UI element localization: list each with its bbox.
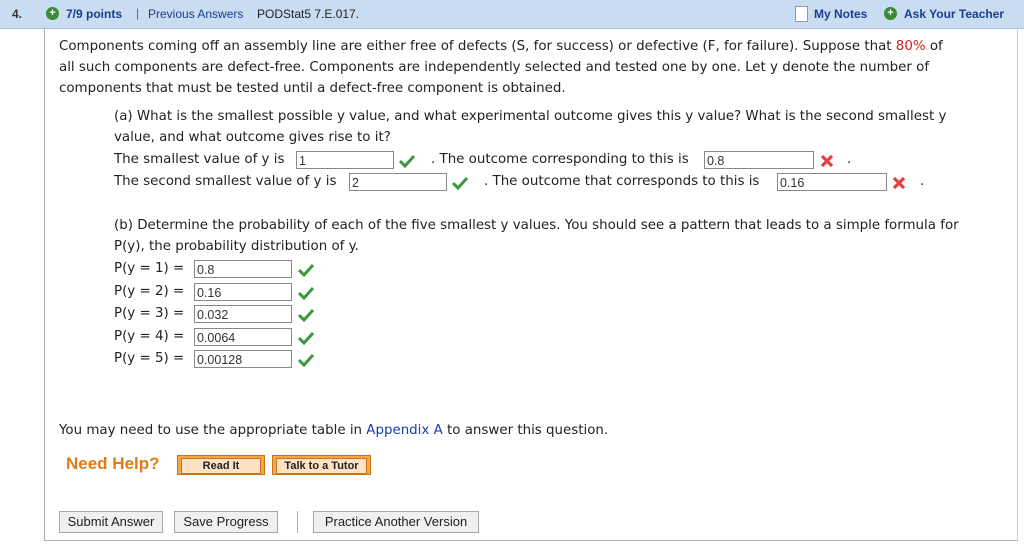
p-y3-input[interactable]: 0.032 <box>194 305 292 323</box>
x-mark-icon <box>820 154 834 168</box>
problem-line-3: components that must be tested until a d… <box>59 81 566 96</box>
question-code: PODStat5 7.E.017. <box>257 7 360 21</box>
check-icon <box>452 176 468 190</box>
check-icon <box>298 308 314 322</box>
points-link[interactable]: 7/9 points <box>66 7 122 21</box>
appendix-a-link[interactable]: Appendix A <box>366 423 442 438</box>
header-separator: | <box>136 6 140 20</box>
my-notes-link[interactable]: My Notes <box>814 7 867 21</box>
ask-teacher-link[interactable]: Ask Your Teacher <box>904 7 1004 21</box>
p-y2-input[interactable]: 0.16 <box>194 283 292 301</box>
period: . <box>847 152 852 167</box>
submit-answer-button[interactable]: Submit Answer <box>59 511 163 533</box>
x-mark-icon <box>892 176 906 190</box>
percent-highlight: 80% <box>895 39 926 54</box>
question-number: 4. <box>12 7 23 21</box>
save-progress-button[interactable]: Save Progress <box>174 511 278 533</box>
plus-circle-icon[interactable]: + <box>884 7 897 20</box>
practice-another-button[interactable]: Practice Another Version <box>313 511 479 533</box>
outcome-2-label: . The outcome that corresponds to this i… <box>484 174 760 189</box>
question-header: 4. + 7/9 points | Previous Answers PODSt… <box>0 0 1024 29</box>
button-separator <box>297 511 298 533</box>
check-icon <box>298 353 314 367</box>
problem-line-1: Components coming off an assembly line a… <box>59 39 943 54</box>
note-icon[interactable] <box>795 6 808 22</box>
second-y-label: The second smallest value of y is <box>114 174 337 189</box>
problem-line-2: all such components are defect-free. Com… <box>59 60 930 75</box>
talk-tutor-button[interactable]: Talk to a Tutor <box>272 455 371 475</box>
smallest-y-input[interactable]: 1 <box>296 151 394 169</box>
previous-answers-link[interactable]: Previous Answers <box>148 7 243 21</box>
read-it-button[interactable]: Read It <box>177 455 265 475</box>
p-y1-input[interactable]: 0.8 <box>194 260 292 278</box>
p-y5-input[interactable]: 0.00128 <box>194 350 292 368</box>
part-b-question-1: (b) Determine the probability of each of… <box>114 218 959 233</box>
check-icon <box>399 154 415 168</box>
need-help-label: Need Help? <box>66 454 160 473</box>
check-icon <box>298 286 314 300</box>
p-y5-label: P(y = 5) = <box>114 351 185 366</box>
outcome-1-label: . The outcome corresponding to this is <box>431 152 689 167</box>
plus-circle-icon[interactable]: + <box>46 7 59 20</box>
check-icon <box>298 331 314 345</box>
part-a-question-1: (a) What is the smallest possible y valu… <box>114 109 947 124</box>
p-y4-input[interactable]: 0.0064 <box>194 328 292 346</box>
smallest-y-label: The smallest value of y is <box>114 152 285 167</box>
period: . <box>920 174 925 189</box>
p-y1-label: P(y = 1) = <box>114 261 185 276</box>
p-y3-label: P(y = 3) = <box>114 306 185 321</box>
check-icon <box>298 263 314 277</box>
outcome-2-input[interactable]: 0.16 <box>777 173 887 191</box>
table-note: You may need to use the appropriate tabl… <box>59 423 609 438</box>
second-y-input[interactable]: 2 <box>349 173 447 191</box>
part-b-question-2: P(y), the probability distribution of y. <box>114 239 359 254</box>
p-y4-label: P(y = 4) = <box>114 329 185 344</box>
part-a-question-2: value, and what outcome gives rise to it… <box>114 130 391 145</box>
outcome-1-input[interactable]: 0.8 <box>704 151 814 169</box>
p-y2-label: P(y = 2) = <box>114 284 185 299</box>
